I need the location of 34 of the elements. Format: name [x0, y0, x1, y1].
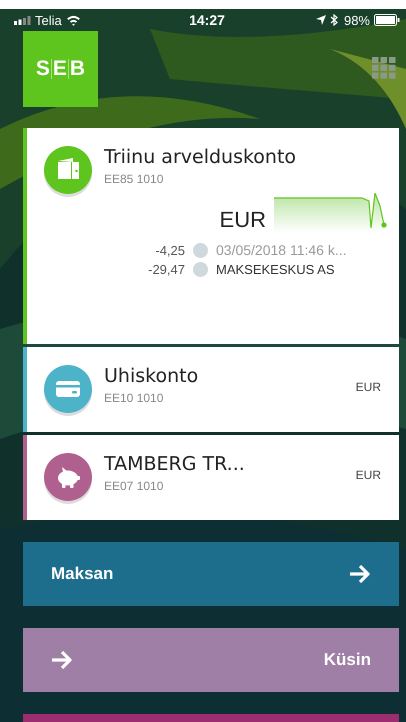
- bluetooth-icon: [330, 14, 338, 26]
- account-name: TAMBERG TR...: [104, 453, 246, 475]
- location-icon: [316, 15, 326, 25]
- credit-card-icon: [43, 364, 93, 416]
- account-number: EE07 1010: [104, 479, 164, 493]
- account-card[interactable]: Triinu arvelduskonto EE85 1010 EUR -4,25 03/05/2018 11:46 k... -29,47 MAKSEKESKUS AS: [23, 128, 399, 344]
- action-button[interactable]: Maksan: [23, 542, 399, 606]
- account-card[interactable]: TAMBERG TR... EE07 1010 EUR: [23, 435, 399, 520]
- transaction-amount: -29,47: [147, 262, 185, 277]
- transaction-amount: -4,25: [154, 242, 185, 258]
- account-number: EE85 1010: [104, 172, 164, 186]
- transaction-description: MAKSEKESKUS AS: [216, 262, 334, 277]
- seb-logo: S E B: [23, 31, 98, 107]
- arrow-icon: [349, 564, 371, 584]
- transaction-dot: [193, 242, 208, 258]
- piggy-bank-icon: [43, 452, 93, 504]
- wifi-icon: [66, 14, 81, 26]
- account-number: EE10 1010: [104, 391, 164, 405]
- account-name: Uhiskonto: [104, 365, 200, 387]
- transaction-description: 03/05/2018 11:46 k...: [216, 242, 347, 258]
- transaction-dot: [193, 262, 208, 277]
- battery-percent: 98%: [344, 12, 370, 28]
- currency-label: EUR: [220, 207, 266, 233]
- carrier-name: Telia: [35, 12, 62, 28]
- account-card[interactable]: Uhiskonto EE10 1010 EUR: [23, 347, 399, 432]
- account-name: Triinu arvelduskonto: [104, 146, 298, 168]
- wallet-icon: [43, 145, 93, 197]
- signal-icon: [14, 16, 31, 24]
- arrow-icon: [51, 650, 73, 670]
- currency-label: EUR: [356, 380, 381, 394]
- currency-label: EUR: [356, 468, 381, 482]
- clock-time: 14:27: [189, 12, 225, 28]
- battery-icon: [374, 14, 400, 26]
- grid-menu-icon[interactable]: [372, 57, 396, 79]
